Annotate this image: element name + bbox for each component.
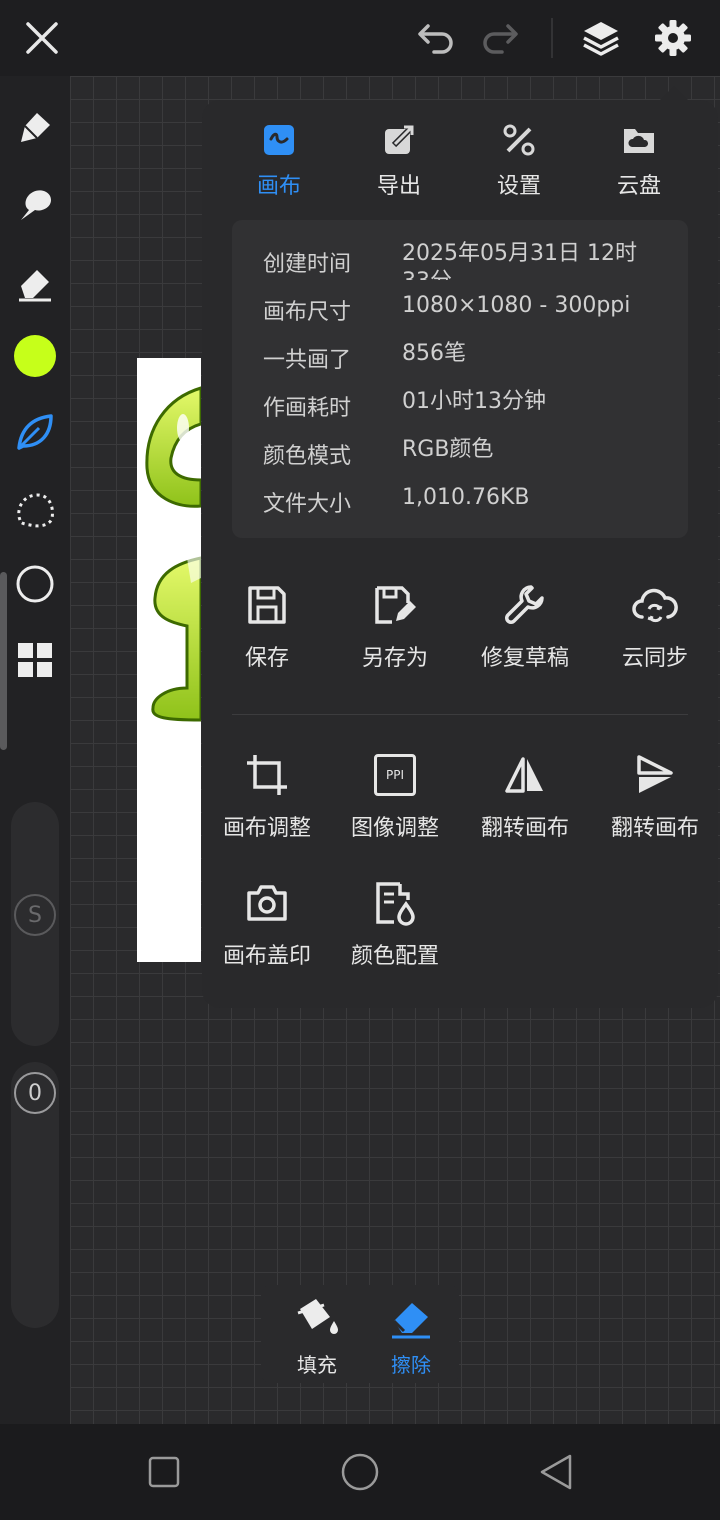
action-label: 翻转画布: [480, 816, 569, 841]
canvas-panel: 画布 导出 设置 云盘 创建时间 2025年05月31日 12时33分 画布尺寸…: [202, 100, 718, 1008]
opacity-value: 0: [14, 1072, 56, 1114]
info-label: 文件大小: [263, 492, 352, 517]
action-label: 颜色配置: [350, 944, 439, 969]
fill-label: 填充: [297, 1353, 337, 1377]
color-swatch[interactable]: [11, 332, 59, 380]
tab-export[interactable]: 导出: [354, 120, 444, 200]
top-toolbar: [0, 0, 720, 76]
gear-icon[interactable]: [649, 14, 697, 62]
paint-bucket-icon: [297, 1299, 338, 1334]
canvas-stamp-button[interactable]: 画布盖印: [202, 878, 332, 970]
info-label: 画布尺寸: [263, 300, 352, 325]
info-label: 颜色模式: [263, 444, 352, 469]
tab-label: 导出: [376, 174, 421, 199]
panel-caret: [660, 86, 688, 100]
flip-vertical-icon: [590, 750, 720, 800]
redo-icon[interactable]: [476, 14, 524, 62]
circle-shape-icon[interactable]: [11, 560, 59, 608]
export-icon: [354, 120, 444, 160]
smudge-icon[interactable]: [11, 180, 59, 228]
image-adjust-button[interactable]: PPI 图像调整: [330, 750, 460, 842]
info-value: 2025年05月31日 12时33分: [402, 241, 637, 280]
pen-icon[interactable]: [11, 104, 59, 152]
system-nav-bar: [0, 1424, 720, 1520]
info-label: 创建时间: [263, 252, 352, 277]
panel-divider: [232, 714, 688, 715]
cloud-sync-icon: [590, 580, 720, 630]
repair-draft-button[interactable]: 修复草稿: [460, 580, 590, 672]
left-scroll-indicator[interactable]: [0, 572, 7, 750]
save-button[interactable]: 保存: [202, 580, 332, 672]
eraser-icon[interactable]: [11, 258, 59, 306]
canvas-info-box: 创建时间 2025年05月31日 12时33分 画布尺寸 1080×1080 -…: [232, 220, 688, 538]
leaf-brush-icon[interactable]: [11, 408, 59, 456]
brush-size-slider[interactable]: S: [11, 802, 59, 1046]
cloud-drive-icon: [594, 120, 684, 160]
crop-icon: [202, 750, 332, 800]
wrench-icon: [460, 580, 590, 630]
color-config-icon: [330, 878, 460, 928]
ppi-icon: PPI: [330, 750, 460, 800]
action-label: 云同步: [621, 646, 688, 671]
flip-horizontal-icon: [460, 750, 590, 800]
info-value: 1,010.76KB: [402, 485, 530, 510]
fill-erase-bar: 填充 擦除: [261, 1285, 459, 1383]
grid-icon[interactable]: [11, 636, 59, 684]
info-label: 一共画了: [263, 348, 352, 373]
action-label: 保存: [244, 646, 289, 671]
undo-icon[interactable]: [412, 14, 460, 62]
eraser-icon: [392, 1303, 430, 1339]
canvas-adjust-button[interactable]: 画布调整: [202, 750, 332, 842]
flip-vertical-button[interactable]: 翻转画布: [590, 750, 720, 842]
action-label: 画布盖印: [222, 944, 311, 969]
erase-label: 擦除: [391, 1353, 431, 1377]
layers-icon[interactable]: [577, 14, 625, 62]
action-label: 图像调整: [350, 816, 439, 841]
toolbar-divider: [551, 18, 553, 58]
info-value: RGB颜色: [402, 437, 494, 462]
tab-label: 云盘: [616, 174, 661, 199]
opacity-slider[interactable]: 0: [11, 1062, 59, 1328]
size-label: S: [14, 894, 56, 936]
camera-icon: [202, 878, 332, 928]
back-icon[interactable]: [530, 1446, 582, 1498]
color-config-button[interactable]: 颜色配置: [330, 878, 460, 970]
home-icon[interactable]: [334, 1446, 386, 1498]
cloud-sync-button[interactable]: 云同步: [590, 580, 720, 672]
canvas-icon: [234, 120, 324, 160]
action-label: 翻转画布: [610, 816, 699, 841]
artboard[interactable]: [137, 358, 201, 962]
recent-apps-icon[interactable]: [138, 1446, 190, 1498]
tab-canvas[interactable]: 画布: [234, 120, 324, 200]
save-as-icon: [330, 580, 460, 630]
info-label: 作画耗时: [263, 396, 352, 421]
tab-label: 画布: [256, 174, 301, 199]
info-value: 856笔: [402, 341, 466, 366]
tab-settings[interactable]: 设置: [474, 120, 564, 200]
action-label: 画布调整: [222, 816, 311, 841]
save-icon: [202, 580, 332, 630]
close-icon[interactable]: [18, 14, 66, 62]
action-label: 修复草稿: [480, 646, 569, 671]
info-value: 01小时13分钟: [402, 389, 546, 414]
tab-label: 设置: [496, 174, 541, 199]
tab-cloud-drive[interactable]: 云盘: [594, 120, 684, 200]
flip-horizontal-button[interactable]: 翻转画布: [460, 750, 590, 842]
left-toolbar: S 0: [0, 76, 70, 1424]
action-label: 另存为: [361, 646, 428, 671]
lasso-icon[interactable]: [11, 486, 59, 534]
settings-tools-icon: [474, 120, 564, 160]
save-as-button[interactable]: 另存为: [330, 580, 460, 672]
erase-button[interactable]: 擦除: [363, 1295, 459, 1378]
info-value: 1080×1080 - 300ppi: [402, 293, 631, 318]
fill-button[interactable]: 填充: [269, 1295, 365, 1378]
